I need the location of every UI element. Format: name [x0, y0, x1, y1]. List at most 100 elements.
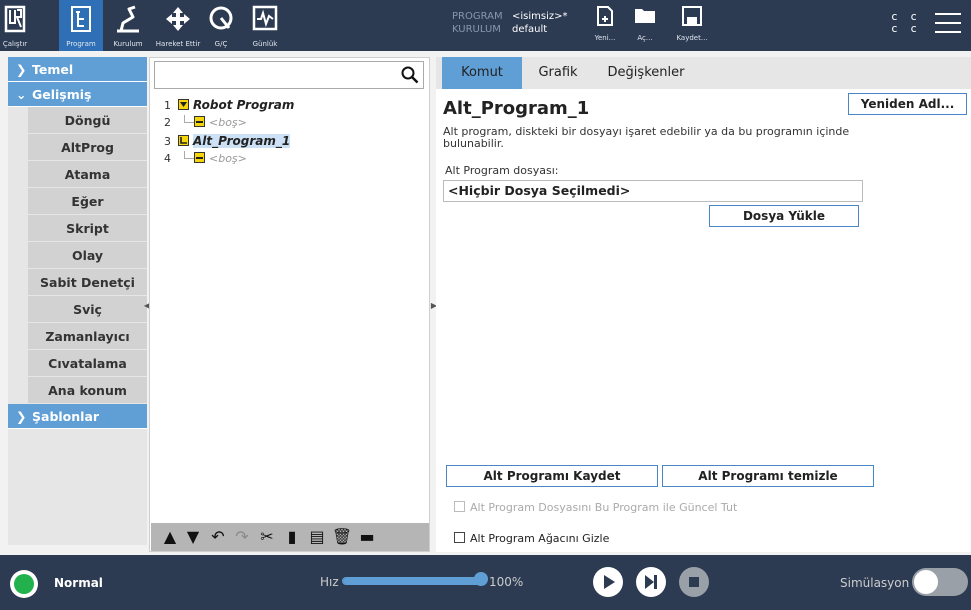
tree-toolbar: ▲ ▼ ↶ ↷ ✂ ▮ ▤ 🗑 ▬ [151, 523, 429, 551]
page-title: Alt_Program_1 [443, 98, 590, 119]
sidebar-item-dongu[interactable]: Döngü [28, 107, 147, 134]
nav-log[interactable]: Günlük [248, 0, 282, 51]
hide-tree-label: Alt Program Ağacını Gizle [470, 532, 610, 545]
step-button[interactable] [636, 567, 666, 597]
new-button[interactable]: Yeni... [585, 0, 625, 51]
tree-row-number: 1 [164, 99, 171, 112]
sidebar-item-zamanlayici[interactable]: Zamanlayıcı [28, 323, 147, 350]
clear-subprogram-button[interactable]: Alt Programı temizle [662, 465, 874, 487]
undo-icon[interactable]: ↶ [207, 526, 229, 548]
new-file-icon [597, 6, 613, 26]
ur-logo-icon [4, 5, 26, 33]
nav-installation[interactable]: Kurulum [108, 0, 148, 51]
top-bar: Çalıştır Program Kurulum Hareket Ettir G… [0, 0, 971, 51]
play-icon [604, 575, 615, 589]
simulation-toggle[interactable] [912, 568, 968, 596]
node-detail-panel: Komut Grafik Değişkenler Alt_Program_1 Y… [436, 57, 971, 552]
search-icon[interactable] [401, 66, 419, 84]
connection-indicator[interactable]: c c c c [891, 11, 920, 35]
chevron-right-icon: ❯ [16, 62, 27, 77]
speed-value: 100% [489, 575, 524, 589]
tab-degiskenler[interactable]: Değişkenler [594, 57, 698, 89]
copy-icon[interactable]: ▮ [281, 526, 303, 548]
power-status-icon[interactable] [10, 570, 38, 598]
log-icon [252, 5, 278, 31]
speed-slider-fill [343, 578, 483, 584]
nav-move-label: Hareket Ettir [155, 40, 201, 48]
sidebar-item-atama[interactable]: Atama [28, 161, 147, 188]
chevron-down-icon: ⌄ [16, 87, 27, 102]
step-icon [645, 575, 657, 589]
sidebar-item-skript[interactable]: Skript [28, 215, 147, 242]
category-sablonlar[interactable]: ❯ Şablonlar [8, 404, 147, 429]
menu-icon[interactable] [935, 13, 961, 35]
play-button[interactable] [593, 567, 623, 597]
category-temel[interactable]: ❯ Temel [8, 57, 147, 82]
tab-bar: Komut Grafik Değişkenler [436, 57, 971, 89]
paste-icon[interactable]: ▤ [306, 526, 328, 548]
tree-row-empty[interactable]: 4 <boş> [164, 151, 247, 166]
nav-program[interactable]: Program [59, 0, 103, 51]
checkbox-box[interactable] [454, 532, 465, 543]
category-gelismis-label: Gelişmiş [32, 87, 92, 102]
nav-move[interactable]: Hareket Ettir [151, 0, 205, 51]
description-text: Alt program, diskteki bir dosyayı işaret… [443, 125, 850, 150]
sidebar-item-sabit-denetci[interactable]: Sabit Denetçi [28, 269, 147, 296]
nav-run[interactable]: Çalıştır [0, 0, 30, 51]
empty-node-icon [194, 116, 205, 127]
new-label: Yeni... [594, 34, 616, 42]
sidebar-item-olay[interactable]: Olay [28, 242, 147, 269]
tab-komut[interactable]: Komut [442, 57, 522, 89]
hide-tree-checkbox[interactable]: Alt Program Ağacını Gizle [454, 532, 609, 545]
speed-slider[interactable] [342, 577, 484, 585]
sidebar-item-svic[interactable]: Sviç [28, 296, 147, 323]
move-up-icon[interactable]: ▲ [159, 526, 181, 548]
delete-icon[interactable]: 🗑 [331, 526, 353, 548]
subprogram-node-icon [178, 135, 189, 146]
nav-log-label: Günlük [252, 40, 278, 48]
program-icon [71, 6, 91, 32]
tree-row-number: 3 [164, 135, 171, 148]
speed-slider-handle[interactable] [474, 572, 488, 586]
program-name: <isimsiz>* [512, 11, 568, 22]
checkbox-box [454, 501, 465, 512]
move-icon [166, 7, 190, 31]
chevron-right-icon: ❯ [16, 409, 27, 424]
program-tree-panel: 1 Robot Program 2 <boş> 3 Alt_Program_1 4 <b… [149, 57, 430, 552]
nav-installation-label: Kurulum [113, 40, 143, 48]
open-folder-icon [635, 9, 655, 23]
suppress-icon[interactable]: ▬ [356, 526, 378, 548]
save-subprogram-button[interactable]: Alt Programı Kaydet [446, 465, 658, 487]
tab-grafik[interactable]: Grafik [526, 57, 590, 89]
tree-row-label: <boş> [209, 116, 247, 129]
nav-run-label: Çalıştır [2, 40, 28, 48]
simulation-label: Simülasyon [840, 576, 910, 590]
file-path-field[interactable]: <Hiçbir Dosya Seçilmedi> [443, 180, 863, 202]
sidebar-item-eger[interactable]: Eğer [28, 188, 147, 215]
keep-updated-checkbox: Alt Program Dosyasını Bu Program ile Gün… [454, 501, 737, 514]
load-file-button[interactable]: Dosya Yükle [709, 205, 859, 227]
open-button[interactable]: Aç... [625, 0, 665, 51]
save-button[interactable]: Kaydet... [672, 0, 712, 51]
sidebar-item-altprog[interactable]: AltProg [28, 134, 147, 161]
tree-row-label: Robot Program [193, 98, 295, 112]
sidebar-item-civatalama[interactable]: Cıvatalama [28, 350, 147, 377]
tree-row-empty[interactable]: 2 <boş> [164, 115, 247, 130]
rename-button[interactable]: Yeniden Adl... [848, 93, 967, 115]
cc-bottom: c c [891, 22, 920, 35]
speed-label: Hız [320, 575, 339, 589]
io-icon [209, 6, 233, 30]
redo-icon: ↷ [235, 527, 249, 546]
tree-row-robot-program[interactable]: 1 Robot Program [164, 98, 294, 113]
tree-row-alt-program[interactable]: 3 Alt_Program_1 [164, 134, 291, 149]
nav-io[interactable]: G/Ç [205, 0, 237, 51]
category-gelismis[interactable]: ⌄ Gelişmiş [8, 82, 147, 107]
tree-connector [184, 115, 194, 123]
empty-node-icon [194, 152, 205, 163]
cut-icon[interactable]: ✂ [256, 526, 278, 548]
move-down-icon[interactable]: ▼ [182, 526, 204, 548]
tree-search-input[interactable] [154, 61, 424, 89]
open-label: Aç... [637, 34, 653, 42]
program-info: PROGRAM <isimsiz>* KURULUM default [452, 10, 568, 36]
sidebar-item-ana-konum[interactable]: Ana konum [28, 377, 147, 404]
